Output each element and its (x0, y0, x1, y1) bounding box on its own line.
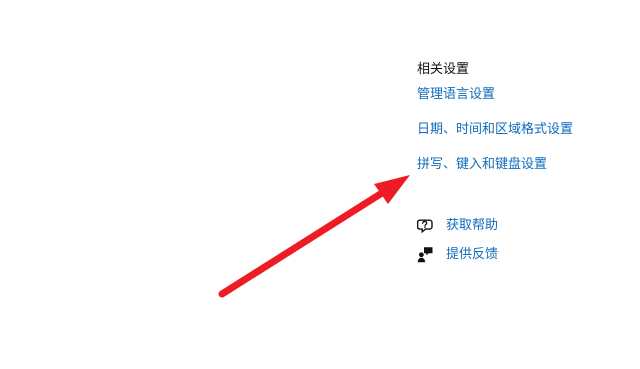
red-arrow-annotation (218, 175, 410, 298)
spelling-typing-keyboard-settings-link[interactable]: 拼写、键入和键盘设置 (417, 156, 547, 174)
get-help-link[interactable]: 获取帮助 (417, 216, 537, 236)
related-settings-title: 相关设置 (417, 62, 470, 77)
get-help-label: 获取帮助 (446, 218, 499, 233)
help-chat-icon (417, 219, 433, 234)
feedback-person-icon (417, 247, 433, 263)
give-feedback-label: 提供反馈 (446, 247, 499, 262)
manage-language-settings-link[interactable]: 管理语言设置 (417, 86, 495, 104)
date-time-region-settings-link[interactable]: 日期、时间和区域格式设置 (417, 121, 573, 139)
settings-page: 相关设置 管理语言设置 日期、时间和区域格式设置 拼写、键入和键盘设置 获取帮助… (0, 0, 640, 369)
give-feedback-link[interactable]: 提供反馈 (417, 245, 537, 265)
